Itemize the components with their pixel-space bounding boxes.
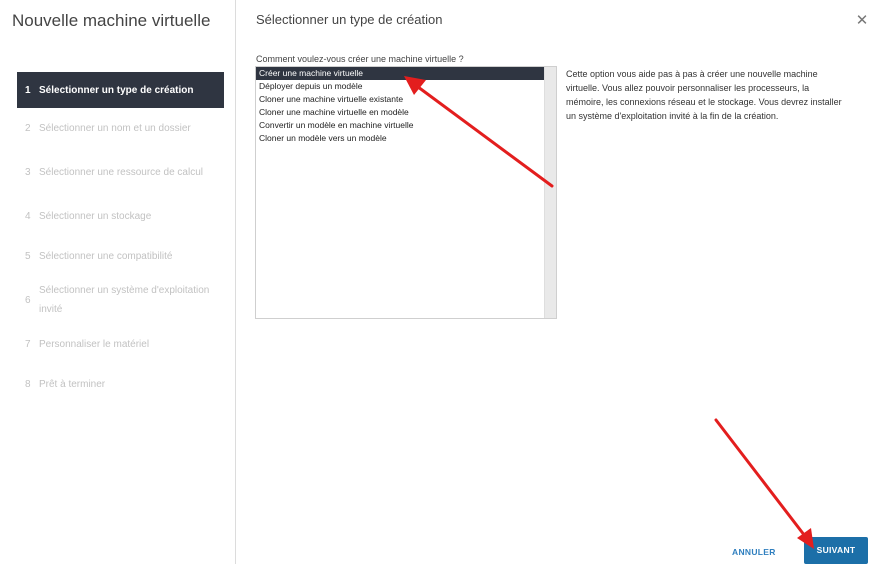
- option-convert-template-to-vm[interactable]: Convertir un modèle en machine virtuelle: [256, 119, 544, 132]
- wizard-title: Nouvelle machine virtuelle: [12, 11, 211, 30]
- step-4-select-storage: 4 Sélectionner un stockage: [17, 196, 224, 236]
- option-clone-template-to-template[interactable]: Cloner un modèle vers un modèle: [256, 132, 544, 145]
- next-button[interactable]: SUIVANT: [804, 537, 868, 564]
- step-7-customize-hardware: 7 Personnaliser le matériel: [17, 324, 224, 364]
- step-8-ready-to-complete: 8 Prêt à terminer: [17, 364, 224, 404]
- creation-type-listbox[interactable]: Créer une machine virtuelle Déployer dep…: [255, 66, 557, 319]
- option-description: Cette option vous aide pas à pas à créer…: [566, 69, 842, 121]
- step-number: 6: [25, 294, 31, 306]
- close-icon[interactable]: ✕: [855, 13, 869, 28]
- wizard-steps: 1 Sélectionner un type de création 2 Sél…: [17, 72, 224, 404]
- listbox-scrollbar[interactable]: [544, 67, 556, 318]
- step-label: Sélectionner un nom et un dossier: [39, 122, 191, 134]
- step-label: Sélectionner un stockage: [39, 210, 152, 222]
- step-1-select-creation-type[interactable]: 1 Sélectionner un type de création: [17, 72, 224, 108]
- step-number: 7: [25, 338, 31, 350]
- step-number: 4: [25, 210, 31, 222]
- step-label: Sélectionner une ressource de calcul: [39, 166, 203, 178]
- step-5-select-compatibility: 5 Sélectionner une compatibilité: [17, 236, 224, 276]
- step-label: Sélectionner une compatibilité: [39, 250, 173, 262]
- option-create-vm[interactable]: Créer une machine virtuelle: [256, 67, 544, 80]
- option-clone-existing-vm[interactable]: Cloner une machine virtuelle existante: [256, 93, 544, 106]
- wizard-sidebar: Nouvelle machine virtuelle 1 Sélectionne…: [0, 0, 236, 564]
- step-label: Personnaliser le matériel: [39, 338, 150, 350]
- step-3-select-compute-resource: 3 Sélectionner une ressource de calcul: [17, 148, 224, 196]
- arrow-to-next-button: [714, 418, 814, 549]
- step-number: 2: [25, 122, 31, 134]
- step-number: 1: [25, 84, 31, 96]
- step-number: 8: [25, 378, 31, 390]
- step-6-select-guest-os: 6 Sélectionner un système d'exploitation…: [17, 276, 224, 324]
- step-label: Prêt à terminer: [39, 378, 106, 390]
- cancel-button[interactable]: ANNULER: [732, 541, 776, 563]
- step-number: 3: [25, 166, 31, 178]
- step-2-select-name-folder: 2 Sélectionner un nom et un dossier: [17, 108, 224, 148]
- step-label: Sélectionner un système d'exploitation i…: [39, 285, 210, 315]
- option-clone-vm-to-template[interactable]: Cloner une machine virtuelle en modèle: [256, 106, 544, 119]
- creation-type-question: Comment voulez-vous créer une machine vi…: [256, 54, 464, 64]
- page-title: Sélectionner un type de création: [256, 12, 443, 27]
- step-label: Sélectionner un type de création: [39, 84, 194, 96]
- step-number: 5: [25, 250, 31, 262]
- option-deploy-from-template[interactable]: Déployer depuis un modèle: [256, 80, 544, 93]
- creation-type-options: Créer une machine virtuelle Déployer dep…: [256, 67, 544, 145]
